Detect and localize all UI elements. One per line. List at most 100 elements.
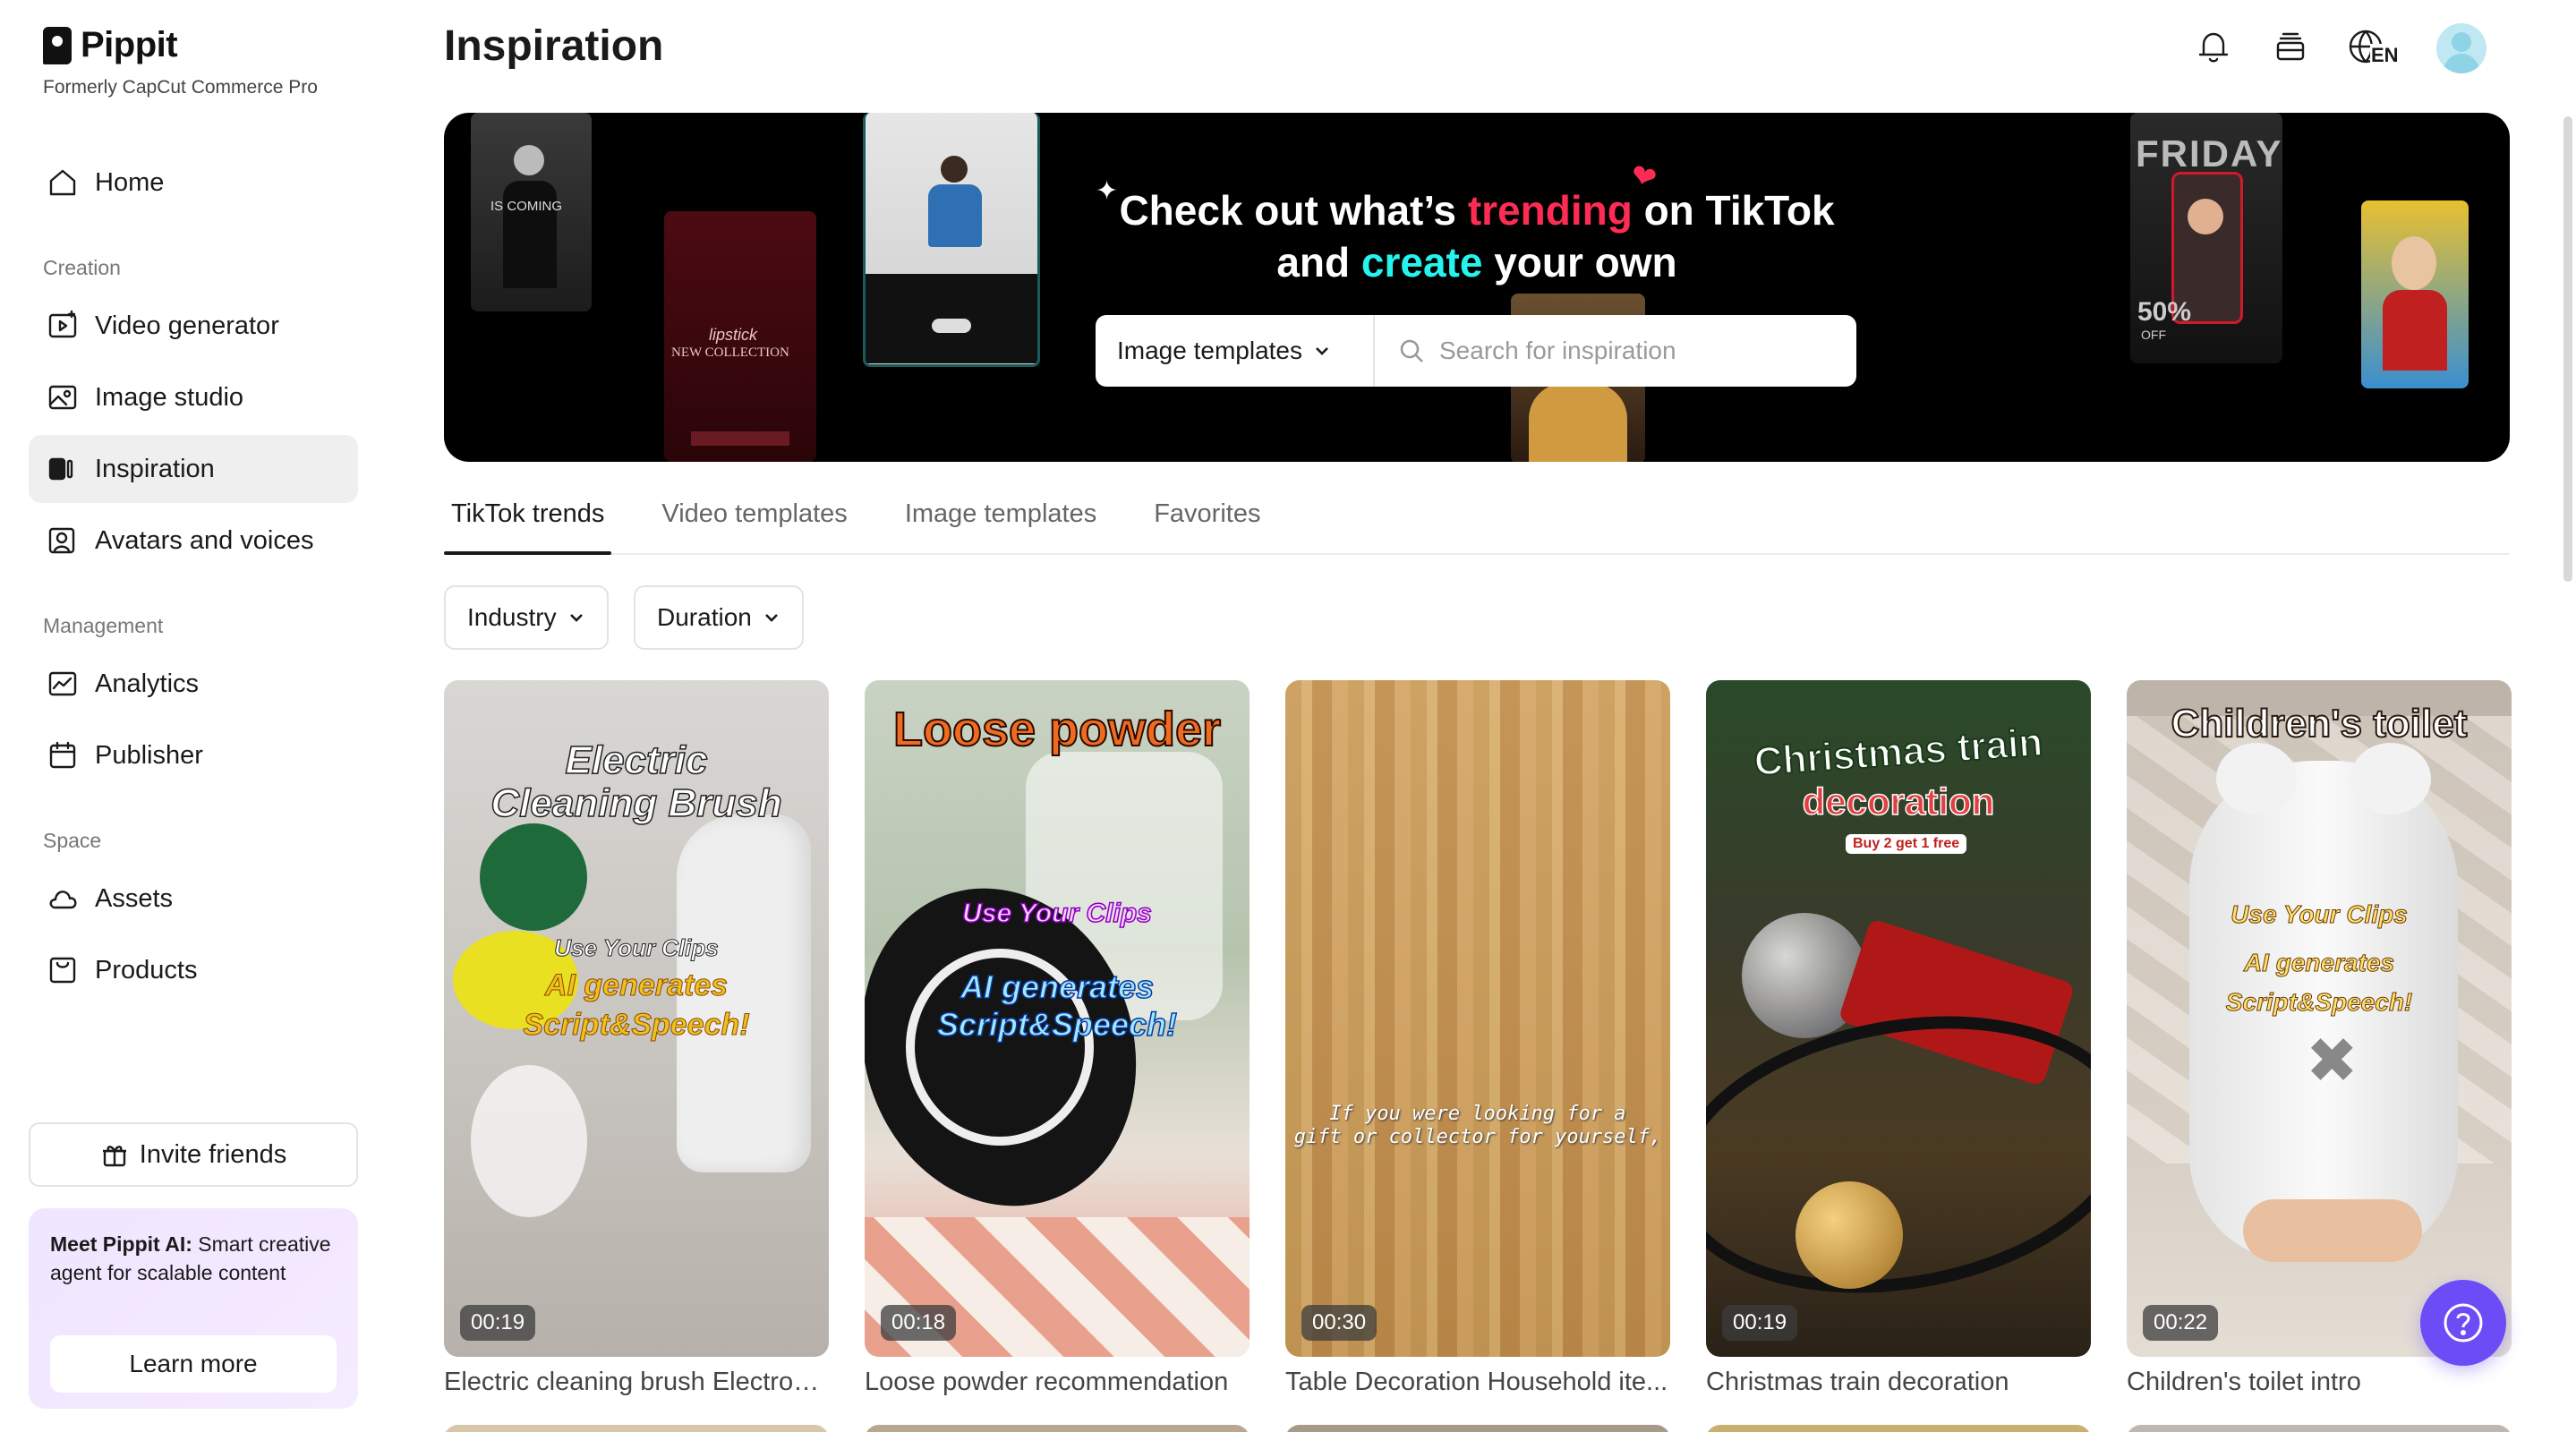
search-input[interactable] (1439, 337, 1851, 365)
template-card[interactable]: Christmas train decoration Buy 2 get 1 f… (1706, 680, 2091, 1397)
duration-filter[interactable]: Duration (634, 585, 804, 650)
sidebar-item-inspiration[interactable]: Inspiration (29, 435, 358, 503)
search-type-dropdown[interactable]: Image templates (1096, 315, 1375, 387)
avatar[interactable] (2436, 23, 2486, 73)
inspiration-search-bar: Image templates (1096, 315, 1856, 387)
overlay-subtitle: AI generates (960, 967, 1155, 1006)
analytics-icon (45, 666, 81, 702)
overlay-subtitle: Use Your Clips (554, 934, 720, 962)
thumbnail-overlay-title: Loose powder (892, 702, 1222, 757)
page-scrollbar[interactable] (2563, 116, 2572, 582)
duration-badge: 00:18 (881, 1305, 957, 1341)
overlay-subtitle: Script&Speech! (2225, 988, 2413, 1017)
duration-badge: 00:30 (1301, 1305, 1378, 1341)
template-thumbnail[interactable]: Loose powder Use Your Clips AI generates… (865, 680, 1250, 1357)
thumbnail-overlay-title: Electric Cleaning Brush (444, 738, 829, 826)
sidebar-item-label: Inspiration (95, 454, 215, 483)
overlay-subtitle: Use Your Clips (961, 898, 1152, 929)
template-card-partial[interactable] (1285, 1425, 1670, 1432)
template-thumbnail[interactable]: If you were looking for a gift or collec… (1285, 680, 1670, 1357)
headline-text: and (1276, 239, 1361, 286)
image-studio-icon (45, 379, 81, 415)
banner-thumb-text: OFF (2141, 328, 2166, 342)
tab-tiktok-trends[interactable]: TikTok trends (444, 489, 612, 555)
help-button[interactable] (2420, 1280, 2506, 1366)
headline-text: on TikTok (1632, 187, 1835, 234)
sidebar-item-image-studio[interactable]: Image studio (29, 363, 358, 431)
invite-friends-button[interactable]: Invite friends (29, 1122, 358, 1187)
section-label-space: Space (43, 829, 102, 852)
template-title[interactable]: Table Decoration Household ite... (1285, 1368, 1670, 1397)
stack-icon[interactable] (2270, 26, 2311, 72)
sidebar-item-label: Products (95, 955, 198, 984)
thumbnail-overlay-title: Children's toilet (2171, 701, 2469, 746)
sidebar-item-video-generator[interactable]: Video generator (29, 292, 358, 360)
template-card[interactable]: Loose powder Use Your Clips AI generates… (865, 680, 1250, 1397)
promo-card: Meet Pippit AI: Smart creative agent for… (29, 1208, 358, 1409)
sidebar-item-label: Video generator (95, 311, 279, 340)
overlay-subtitle: AI generates (2243, 949, 2395, 977)
headline-highlight-create: create (1361, 239, 1483, 286)
industry-filter-label: Industry (467, 603, 557, 631)
template-title[interactable]: Children's toilet intro (2127, 1368, 2512, 1397)
template-title[interactable]: Electric cleaning brush Electronic... (444, 1368, 829, 1397)
tab-image-templates[interactable]: Image templates (898, 489, 1104, 553)
learn-more-button[interactable]: Learn more (50, 1335, 337, 1393)
template-thumbnail[interactable]: Christmas train decoration Buy 2 get 1 f… (1706, 680, 2091, 1357)
chevron-down-icon (1316, 347, 1328, 355)
template-thumbnail[interactable]: Electric Cleaning Brush Use Your Clips A… (444, 680, 829, 1357)
sidebar-item-avatars-and-voices[interactable]: Avatars and voices (29, 507, 358, 575)
sidebar-item-label: Avatars and voices (95, 525, 314, 555)
brand-subtitle: Formerly CapCut Commerce Pro (43, 77, 318, 98)
sidebar-item-label: Home (95, 167, 165, 197)
template-card-partial[interactable] (1706, 1425, 2091, 1432)
search-field (1375, 315, 1856, 387)
brand-name: Pippit (81, 25, 178, 64)
template-title[interactable]: Loose powder recommendation (865, 1368, 1250, 1397)
banner-headline: Check out what’s trending on TikTok and … (444, 184, 2510, 288)
tab-favorites[interactable]: Favorites (1147, 489, 1267, 553)
duration-badge: 00:19 (1722, 1305, 1798, 1341)
overlay-subtitle: AI generates (544, 968, 729, 1003)
sidebar-item-home[interactable]: Home (29, 149, 358, 217)
thumbnail-overlay-caption: If you were looking for a gift or collec… (1285, 1103, 1670, 1149)
brand-logo[interactable]: Pippit (43, 25, 178, 65)
overlay-line: gift or collector for yourself, (1293, 1126, 1662, 1148)
sidebar: Pippit Formerly CapCut Commerce Pro Home… (0, 0, 376, 1432)
headline-text: your own (1482, 239, 1677, 286)
section-label-management: Management (43, 614, 164, 637)
home-icon (45, 165, 81, 200)
overlay-promo-tag: Buy 2 get 1 free (1846, 834, 1967, 854)
headline-highlight-trending: trending (1467, 187, 1633, 234)
template-card-partial[interactable] (865, 1425, 1250, 1432)
duration-filter-label: Duration (657, 603, 752, 631)
banner-thumb-text: NEW COLLECTION (671, 345, 789, 360)
section-label-creation: Creation (43, 256, 121, 279)
template-title[interactable]: Christmas train decoration (1706, 1368, 2091, 1397)
thumbnail-overlay-title: Christmas train (1752, 720, 2044, 785)
pippit-logo-icon (43, 26, 72, 64)
sidebar-item-publisher[interactable]: Publisher (29, 721, 358, 789)
industry-filter[interactable]: Industry (444, 585, 609, 650)
banner-headline-line1: Check out what’s trending on TikTok (444, 184, 2510, 236)
search-type-label: Image templates (1117, 337, 1302, 364)
sidebar-item-products[interactable]: Products (29, 936, 358, 1004)
overlay-subtitle: Use Your Clips (2231, 900, 2409, 929)
sidebar-item-analytics[interactable]: Analytics (29, 650, 358, 718)
template-card[interactable]: If you were looking for a gift or collec… (1285, 680, 1670, 1397)
template-thumbnail[interactable]: ✖ Children's toilet Use Your Clips AI ge… (2127, 680, 2512, 1357)
template-card[interactable]: Electric Cleaning Brush Use Your Clips A… (444, 680, 829, 1397)
headline-text: Check out what’s (1119, 187, 1468, 234)
promo-bold: Meet Pippit AI: (50, 1232, 192, 1256)
avatar-voice-icon (45, 523, 81, 558)
tab-video-templates[interactable]: Video templates (654, 489, 854, 553)
overlay-line: If you were looking for a (1329, 1103, 1626, 1125)
template-card-partial[interactable] (2127, 1425, 2512, 1432)
cloud-icon (45, 881, 81, 916)
gift-icon (102, 1146, 126, 1167)
notification-bell-icon[interactable] (2193, 26, 2234, 72)
template-card-partial[interactable] (444, 1425, 829, 1432)
language-selector[interactable]: EN (2347, 26, 2401, 71)
content-tabs: TikTok trends Video templates Image temp… (444, 489, 2510, 555)
sidebar-item-assets[interactable]: Assets (29, 865, 358, 933)
